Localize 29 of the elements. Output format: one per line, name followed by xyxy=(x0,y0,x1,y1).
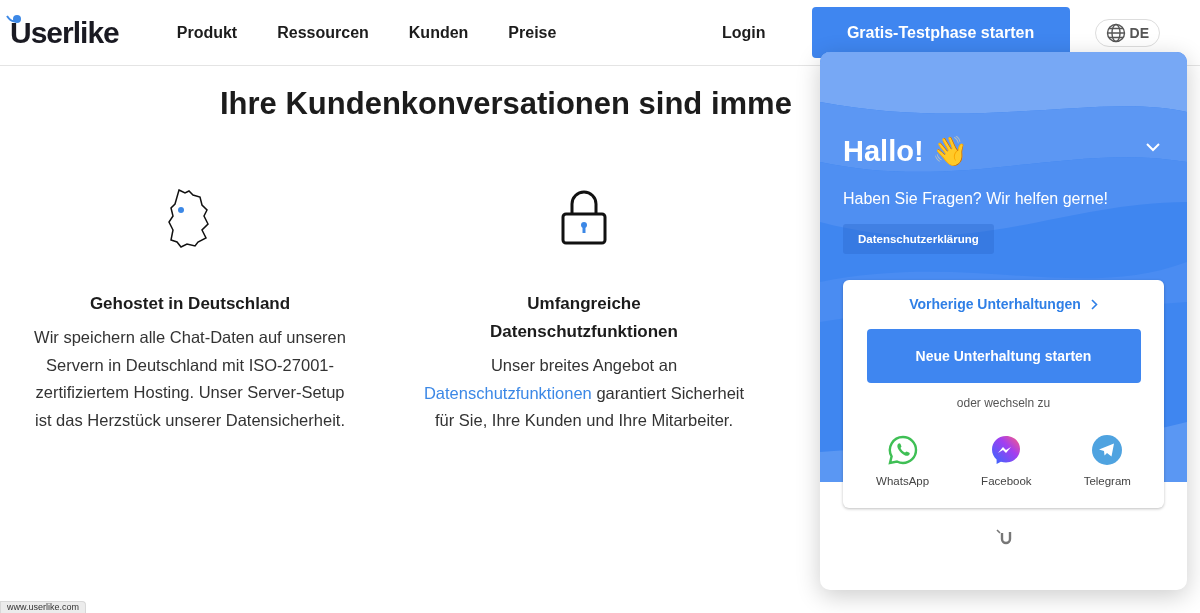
channel-button[interactable]: Facebook xyxy=(975,434,1038,488)
privacy-features-link[interactable]: Datenschutzfunktionen xyxy=(423,383,592,402)
nav-link[interactable]: Preise xyxy=(508,23,557,42)
messenger-icon xyxy=(991,435,1022,465)
channel-button[interactable]: Telegram xyxy=(1077,434,1137,488)
chevron-right-icon xyxy=(1090,298,1098,310)
whatsapp-icon xyxy=(887,435,918,465)
userlike-u-icon xyxy=(993,528,1014,546)
globe-icon xyxy=(1105,22,1126,43)
status-url: www.userlike.com xyxy=(0,601,87,613)
feature-text: Wir speichern alle Chat-Daten auf unseren Servern in Deutschland mit ISO-27001-zertifiziertem Hosting. Unser Server-Setup ist das Herzstück unserer Datensicherheit. xyxy=(33,327,347,431)
collapse-chevron-icon[interactable] xyxy=(1145,142,1161,152)
privacy-policy-link[interactable]: Datenschutzerklärung xyxy=(843,224,994,254)
nav-link[interactable]: Kunden xyxy=(408,23,469,42)
previous-conversations-link[interactable]: Vorherige Unterhaltungen xyxy=(909,296,1098,312)
nav-link[interactable]: Produkt xyxy=(176,23,238,42)
switch-label: oder wechseln zu xyxy=(956,396,1051,410)
start-conversation-button[interactable]: Neue Unterhaltung starten xyxy=(866,329,1141,383)
feature-title: Umfangreiche Datenschutzfunktionen xyxy=(489,293,679,343)
login-link[interactable]: Login xyxy=(722,23,766,42)
feature-text: Unser breites Angebot an Datenschutzfunktionen garantiert Sicherheit für Sie, Ihre Kunden und Ihre Mitarbeiter. xyxy=(422,355,746,431)
telegram-icon xyxy=(1092,435,1123,465)
feature-title: Gehostet in Deutschland xyxy=(88,293,292,315)
greeting: Hallo! 👋 xyxy=(843,134,968,168)
language-button[interactable]: DE xyxy=(1094,18,1160,47)
nav-link[interactable]: Ressourcen xyxy=(277,23,369,42)
page-heading: Ihre Kundenkonversationen sind imme xyxy=(220,86,793,122)
channel-button[interactable]: WhatsApp xyxy=(870,434,936,488)
greeting-subtitle: Haben Sie Fragen? Wir helfen gerne! xyxy=(843,190,1110,208)
